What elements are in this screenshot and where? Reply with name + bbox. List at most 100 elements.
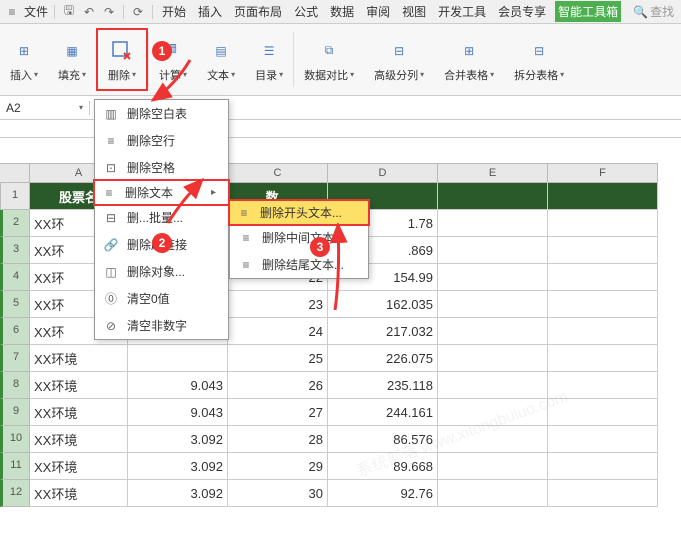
cell[interactable]: XX环境 xyxy=(30,453,128,480)
cell[interactable] xyxy=(548,291,658,318)
cell[interactable]: 26 xyxy=(228,372,328,399)
dd-clear-zero[interactable]: ⓪清空0值 xyxy=(95,285,228,312)
cell[interactable]: 244.161 xyxy=(328,399,438,426)
dd-blank-row[interactable]: ≡删除空行 xyxy=(95,127,228,154)
undo-icon[interactable]: ↶ xyxy=(81,4,97,20)
cell[interactable]: XX环境 xyxy=(30,426,128,453)
row-header[interactable]: 1 xyxy=(0,183,30,210)
row-header[interactable]: 11 xyxy=(0,453,30,480)
cell[interactable]: 217.032 xyxy=(328,318,438,345)
cell[interactable] xyxy=(548,210,658,237)
chevron-down-icon: ▾ xyxy=(420,70,424,79)
save-icon[interactable]: 🖫 xyxy=(61,4,77,20)
ribbon-toc[interactable]: ☰ 目录▾ xyxy=(245,28,293,91)
cell[interactable] xyxy=(548,264,658,291)
select-all-corner[interactable] xyxy=(0,163,30,183)
cell[interactable]: 24 xyxy=(228,318,328,345)
cell[interactable]: 28 xyxy=(228,426,328,453)
cell[interactable] xyxy=(438,345,548,372)
redo-icon[interactable]: ↷ xyxy=(101,4,117,20)
ribbon-insert[interactable]: ⊞ 插入▾ xyxy=(0,28,48,91)
row-header[interactable]: 9 xyxy=(0,399,30,426)
cell[interactable] xyxy=(548,372,658,399)
ribbon-split[interactable]: ⊟ 拆分表格▾ xyxy=(504,28,574,91)
cell[interactable]: 86.576 xyxy=(328,426,438,453)
cell[interactable]: 30 xyxy=(228,480,328,507)
cell[interactable]: 25 xyxy=(228,345,328,372)
cell[interactable] xyxy=(548,480,658,507)
cell[interactable] xyxy=(438,480,548,507)
row-header[interactable]: 5 xyxy=(0,291,30,318)
row-header[interactable]: 3 xyxy=(0,237,30,264)
cell[interactable]: XX环境 xyxy=(30,372,128,399)
cell[interactable]: 92.76 xyxy=(328,480,438,507)
search-hint[interactable]: 🔍 查找 xyxy=(633,3,674,20)
cell[interactable] xyxy=(438,399,548,426)
tab-layout[interactable]: 页面布局 xyxy=(231,1,285,22)
ribbon-fill[interactable]: ▦ 填充▾ xyxy=(48,28,96,91)
header-cell[interactable] xyxy=(548,183,658,210)
col-header-C[interactable]: C xyxy=(228,163,328,183)
cell[interactable]: XX环境 xyxy=(30,345,128,372)
tab-dev[interactable]: 开发工具 xyxy=(435,1,489,22)
cell[interactable]: 27 xyxy=(228,399,328,426)
cell[interactable] xyxy=(438,453,548,480)
cell[interactable]: 23 xyxy=(228,291,328,318)
cell[interactable]: XX环境 xyxy=(30,480,128,507)
tab-home[interactable]: 开始 xyxy=(159,1,189,22)
cell[interactable] xyxy=(438,372,548,399)
cell[interactable] xyxy=(438,237,548,264)
hamburger-icon[interactable]: ≡ xyxy=(4,4,20,20)
cell[interactable]: 29 xyxy=(228,453,328,480)
cell[interactable] xyxy=(438,210,548,237)
ribbon-compare[interactable]: ⧉ 数据对比▾ xyxy=(294,28,364,91)
cell[interactable] xyxy=(548,399,658,426)
cell[interactable] xyxy=(548,453,658,480)
col-header-D[interactable]: D xyxy=(328,163,438,183)
row-header[interactable]: 6 xyxy=(0,318,30,345)
ribbon-advsplit[interactable]: ⊟ 高级分列▾ xyxy=(364,28,434,91)
cell[interactable] xyxy=(438,264,548,291)
cell[interactable] xyxy=(438,426,548,453)
header-cell[interactable] xyxy=(438,183,548,210)
ribbon-text[interactable]: ▤ 文本▾ xyxy=(197,28,245,91)
refresh-icon[interactable]: ⟳ xyxy=(130,4,146,20)
cell[interactable]: 3.092 xyxy=(128,480,228,507)
tab-view[interactable]: 视图 xyxy=(399,1,429,22)
cell[interactable]: 9.043 xyxy=(128,399,228,426)
row-header[interactable]: 2 xyxy=(0,210,30,237)
cell[interactable] xyxy=(128,345,228,372)
cell[interactable]: 3.092 xyxy=(128,453,228,480)
cell[interactable]: 89.668 xyxy=(328,453,438,480)
cell[interactable]: XX环境 xyxy=(30,399,128,426)
cell[interactable]: 226.075 xyxy=(328,345,438,372)
row-header[interactable]: 12 xyxy=(0,480,30,507)
cell[interactable]: 235.118 xyxy=(328,372,438,399)
name-box[interactable]: A2▾ xyxy=(0,101,90,115)
row-header[interactable]: 7 xyxy=(0,345,30,372)
col-header-E[interactable]: E xyxy=(438,163,548,183)
row-header[interactable]: 4 xyxy=(0,264,30,291)
tab-review[interactable]: 审阅 xyxy=(363,1,393,22)
cell[interactable] xyxy=(438,291,548,318)
cell[interactable] xyxy=(548,426,658,453)
file-menu[interactable]: 文件 xyxy=(24,3,48,20)
tab-insert[interactable]: 插入 xyxy=(195,1,225,22)
cell[interactable]: 3.092 xyxy=(128,426,228,453)
cell[interactable] xyxy=(438,318,548,345)
tab-smart-toolbox[interactable]: 智能工具箱 xyxy=(555,1,621,22)
ribbon-delete[interactable]: 删除▾ xyxy=(96,28,148,91)
tab-formula[interactable]: 公式 xyxy=(291,1,321,22)
tab-data[interactable]: 数据 xyxy=(327,1,357,22)
cell[interactable]: 9.043 xyxy=(128,372,228,399)
row-header[interactable]: 8 xyxy=(0,372,30,399)
dd-clear-nonnum[interactable]: ⊘清空非数字 xyxy=(95,312,228,339)
col-header-F[interactable]: F xyxy=(548,163,658,183)
cell[interactable] xyxy=(548,345,658,372)
cell[interactable] xyxy=(548,237,658,264)
ribbon-merge[interactable]: ⊞ 合并表格▾ xyxy=(434,28,504,91)
row-header[interactable]: 10 xyxy=(0,426,30,453)
dd-object[interactable]: ◫删除对象... xyxy=(95,258,228,285)
tab-member[interactable]: 会员专享 xyxy=(495,1,549,22)
cell[interactable] xyxy=(548,318,658,345)
